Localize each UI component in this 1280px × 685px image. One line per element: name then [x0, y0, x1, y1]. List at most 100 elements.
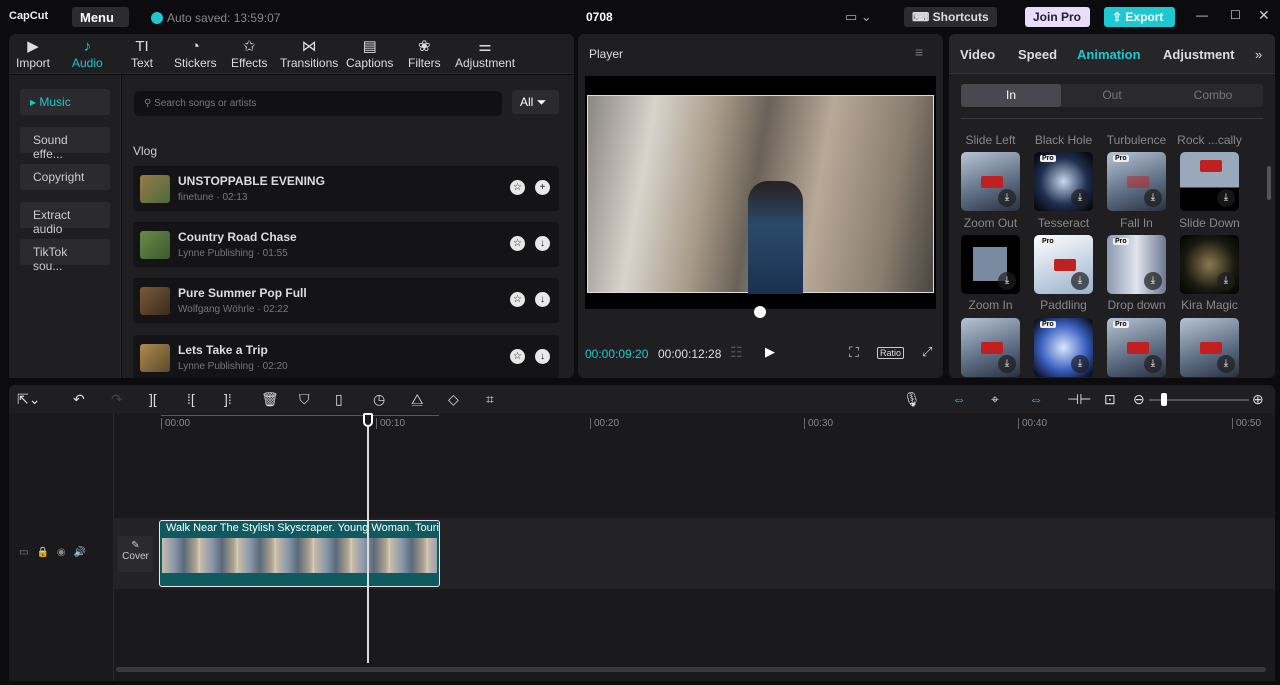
layout-icon[interactable]: ▭ ⌄ [845, 9, 872, 25]
segment-combo[interactable]: Combo [1163, 84, 1263, 107]
menu-icon[interactable]: ≡ [915, 44, 923, 60]
video-canvas[interactable] [585, 76, 936, 318]
horizontal-scrollbar[interactable] [116, 667, 1266, 672]
search-input[interactable]: ⚲ Search songs or artists [134, 91, 502, 116]
download-icon[interactable]: ⤓ [1071, 355, 1089, 373]
download-icon[interactable]: ⤓ [1144, 189, 1162, 207]
select-tool-icon[interactable]: ⇱⌄ [17, 391, 40, 408]
tab-import[interactable]: ▶ Import [16, 38, 50, 70]
download-icon[interactable]: ⤓ [998, 272, 1016, 290]
tab-video[interactable]: Video [960, 47, 995, 62]
animation-tile[interactable]: ⤓ [961, 152, 1020, 211]
tab-speed[interactable]: Speed [1018, 47, 1057, 62]
tab-audio[interactable]: ♪ Audio [72, 38, 103, 70]
rotate-icon[interactable]: ◇ [448, 391, 459, 408]
zoom-fit-icon[interactable]: ⊡ [1104, 391, 1116, 408]
tab-captions[interactable]: ▤ Captions [346, 38, 393, 70]
video-clip[interactable]: Walk Near The Stylish Skyscraper. Young … [159, 520, 440, 587]
animation-tile[interactable]: Pro ⤓ [1034, 235, 1093, 294]
split-left-icon[interactable]: ⁞[ [187, 391, 195, 407]
song-item[interactable]: Pure Summer Pop Full Wolfgang Wöhrle · 02… [133, 278, 559, 323]
tab-text[interactable]: TI Text [131, 38, 153, 70]
tab-adjustment[interactable]: Adjustment [1163, 47, 1235, 62]
playhead-handle[interactable] [363, 413, 373, 427]
segment-out[interactable]: Out [1062, 84, 1162, 107]
playhead[interactable] [363, 413, 373, 663]
download-icon[interactable]: ↓ [535, 236, 550, 251]
tab-stickers[interactable]: ◔ Stickers [174, 38, 217, 70]
zoom-slider[interactable] [1149, 393, 1249, 406]
animation-tile[interactable]: Pro ⤓ [1107, 318, 1166, 377]
cover-button[interactable]: ✎ Cover [118, 536, 153, 572]
download-icon[interactable]: ↓ [535, 349, 550, 364]
fullscreen-icon[interactable]: ⤢ [922, 344, 932, 360]
download-icon[interactable]: ⤓ [1217, 355, 1235, 373]
animation-tile[interactable]: Pro ⤓ [1034, 318, 1093, 377]
animation-tile[interactable]: ⤓ [961, 318, 1020, 377]
timeline-grid-icon[interactable]: ☷ [730, 344, 743, 361]
tab-transitions[interactable]: ⋈ Transitions [280, 38, 338, 70]
auto-snap-icon[interactable]: ⌖ [991, 391, 999, 408]
marker-icon[interactable]: ⛉ [299, 391, 310, 408]
ratio-button[interactable]: Ratio [877, 347, 905, 359]
delete-icon[interactable]: 🗑 [261, 391, 279, 408]
download-icon[interactable]: ⤓ [998, 189, 1016, 207]
microphone-icon[interactable]: 🎙 [903, 391, 921, 408]
sidebar-item-music[interactable]: ▸ Music [20, 89, 110, 115]
sidebar-item-copyright[interactable]: Copyright [20, 164, 110, 190]
sidebar-item-sound-effects[interactable]: Sound effe... [20, 127, 110, 161]
fit-icon[interactable]: ⛶ [849, 344, 859, 361]
tab-filters[interactable]: ❀ Filters [408, 38, 441, 70]
tab-effects[interactable]: ✩ Effects [231, 38, 267, 70]
animation-tile[interactable]: ⤓ [1180, 318, 1239, 377]
join-pro-button[interactable]: Join Pro [1025, 7, 1090, 27]
download-icon[interactable]: ⤓ [1217, 189, 1235, 207]
linkage-icon[interactable]: ⇔ [1029, 391, 1043, 407]
tab-animation[interactable]: Animation [1077, 47, 1141, 62]
zoom-out-icon[interactable]: ⊖ [1133, 391, 1145, 408]
main-track-magnet-icon[interactable]: ⇔ [952, 391, 966, 407]
track-controls[interactable]: ▭🔒◉🔊 [19, 547, 94, 558]
favorite-icon[interactable]: ☆ [510, 180, 525, 195]
preview-axis-icon[interactable]: ⊣⊢ [1067, 391, 1091, 408]
zoom-in-icon[interactable]: ⊕ [1252, 391, 1264, 408]
freeze-icon[interactable]: ▯ [335, 391, 343, 408]
zoom-slider-handle[interactable] [1161, 393, 1167, 406]
sidebar-item-extract-audio[interactable]: Extract audio [20, 202, 110, 236]
download-icon[interactable]: ⤓ [1217, 272, 1235, 290]
favorite-icon[interactable]: ☆ [510, 292, 525, 307]
song-item[interactable]: Country Road Chase Lynne Publishing · 01:… [133, 222, 559, 267]
download-icon[interactable]: ⤓ [1144, 272, 1162, 290]
undo-icon[interactable]: ↶ [73, 391, 85, 408]
segment-in[interactable]: In [961, 84, 1061, 107]
download-icon[interactable]: ⤓ [1071, 189, 1089, 207]
animation-tile[interactable]: ⤓ [961, 235, 1020, 294]
rotate-handle-icon[interactable] [754, 306, 766, 318]
download-icon[interactable]: ⤓ [1071, 272, 1089, 290]
shortcuts-button[interactable]: ⌨ Shortcuts [904, 7, 997, 27]
play-icon[interactable]: ▶ [765, 344, 775, 360]
split-right-icon[interactable]: ]⁞ [224, 391, 232, 407]
filter-button[interactable]: All ⏷ [512, 90, 559, 114]
maximize-icon[interactable]: ☐ [1230, 8, 1241, 22]
redo-icon[interactable]: ↷ [111, 391, 123, 408]
favorite-icon[interactable]: ☆ [510, 349, 525, 364]
split-icon[interactable]: ][ [149, 391, 157, 407]
download-icon[interactable]: ⤓ [998, 355, 1016, 373]
animation-tile[interactable]: ⤓ [1180, 235, 1239, 294]
add-icon[interactable]: + [535, 180, 550, 195]
animation-tile[interactable]: Pro ⤓ [1034, 152, 1093, 211]
minimize-icon[interactable]: — [1196, 8, 1208, 22]
export-button[interactable]: ⇪ Export [1104, 7, 1175, 27]
animation-tile[interactable]: ⤓ [1180, 152, 1239, 211]
song-item[interactable]: Lets Take a Trip Lynne Publishing · 02:20… [133, 335, 559, 378]
menu-button[interactable]: Menu ⌄ [72, 7, 129, 39]
scrollbar[interactable] [1267, 166, 1271, 200]
mirror-icon[interactable]: ⧋ [411, 391, 424, 408]
crop-icon[interactable]: ⌗ [486, 391, 494, 408]
sidebar-item-tiktok-sounds[interactable]: TikTok sou... [20, 239, 110, 273]
download-icon[interactable]: ⤓ [1144, 355, 1162, 373]
reverse-icon[interactable]: ◷ [373, 391, 385, 408]
favorite-icon[interactable]: ☆ [510, 236, 525, 251]
animation-tile[interactable]: Pro ⤓ [1107, 152, 1166, 211]
